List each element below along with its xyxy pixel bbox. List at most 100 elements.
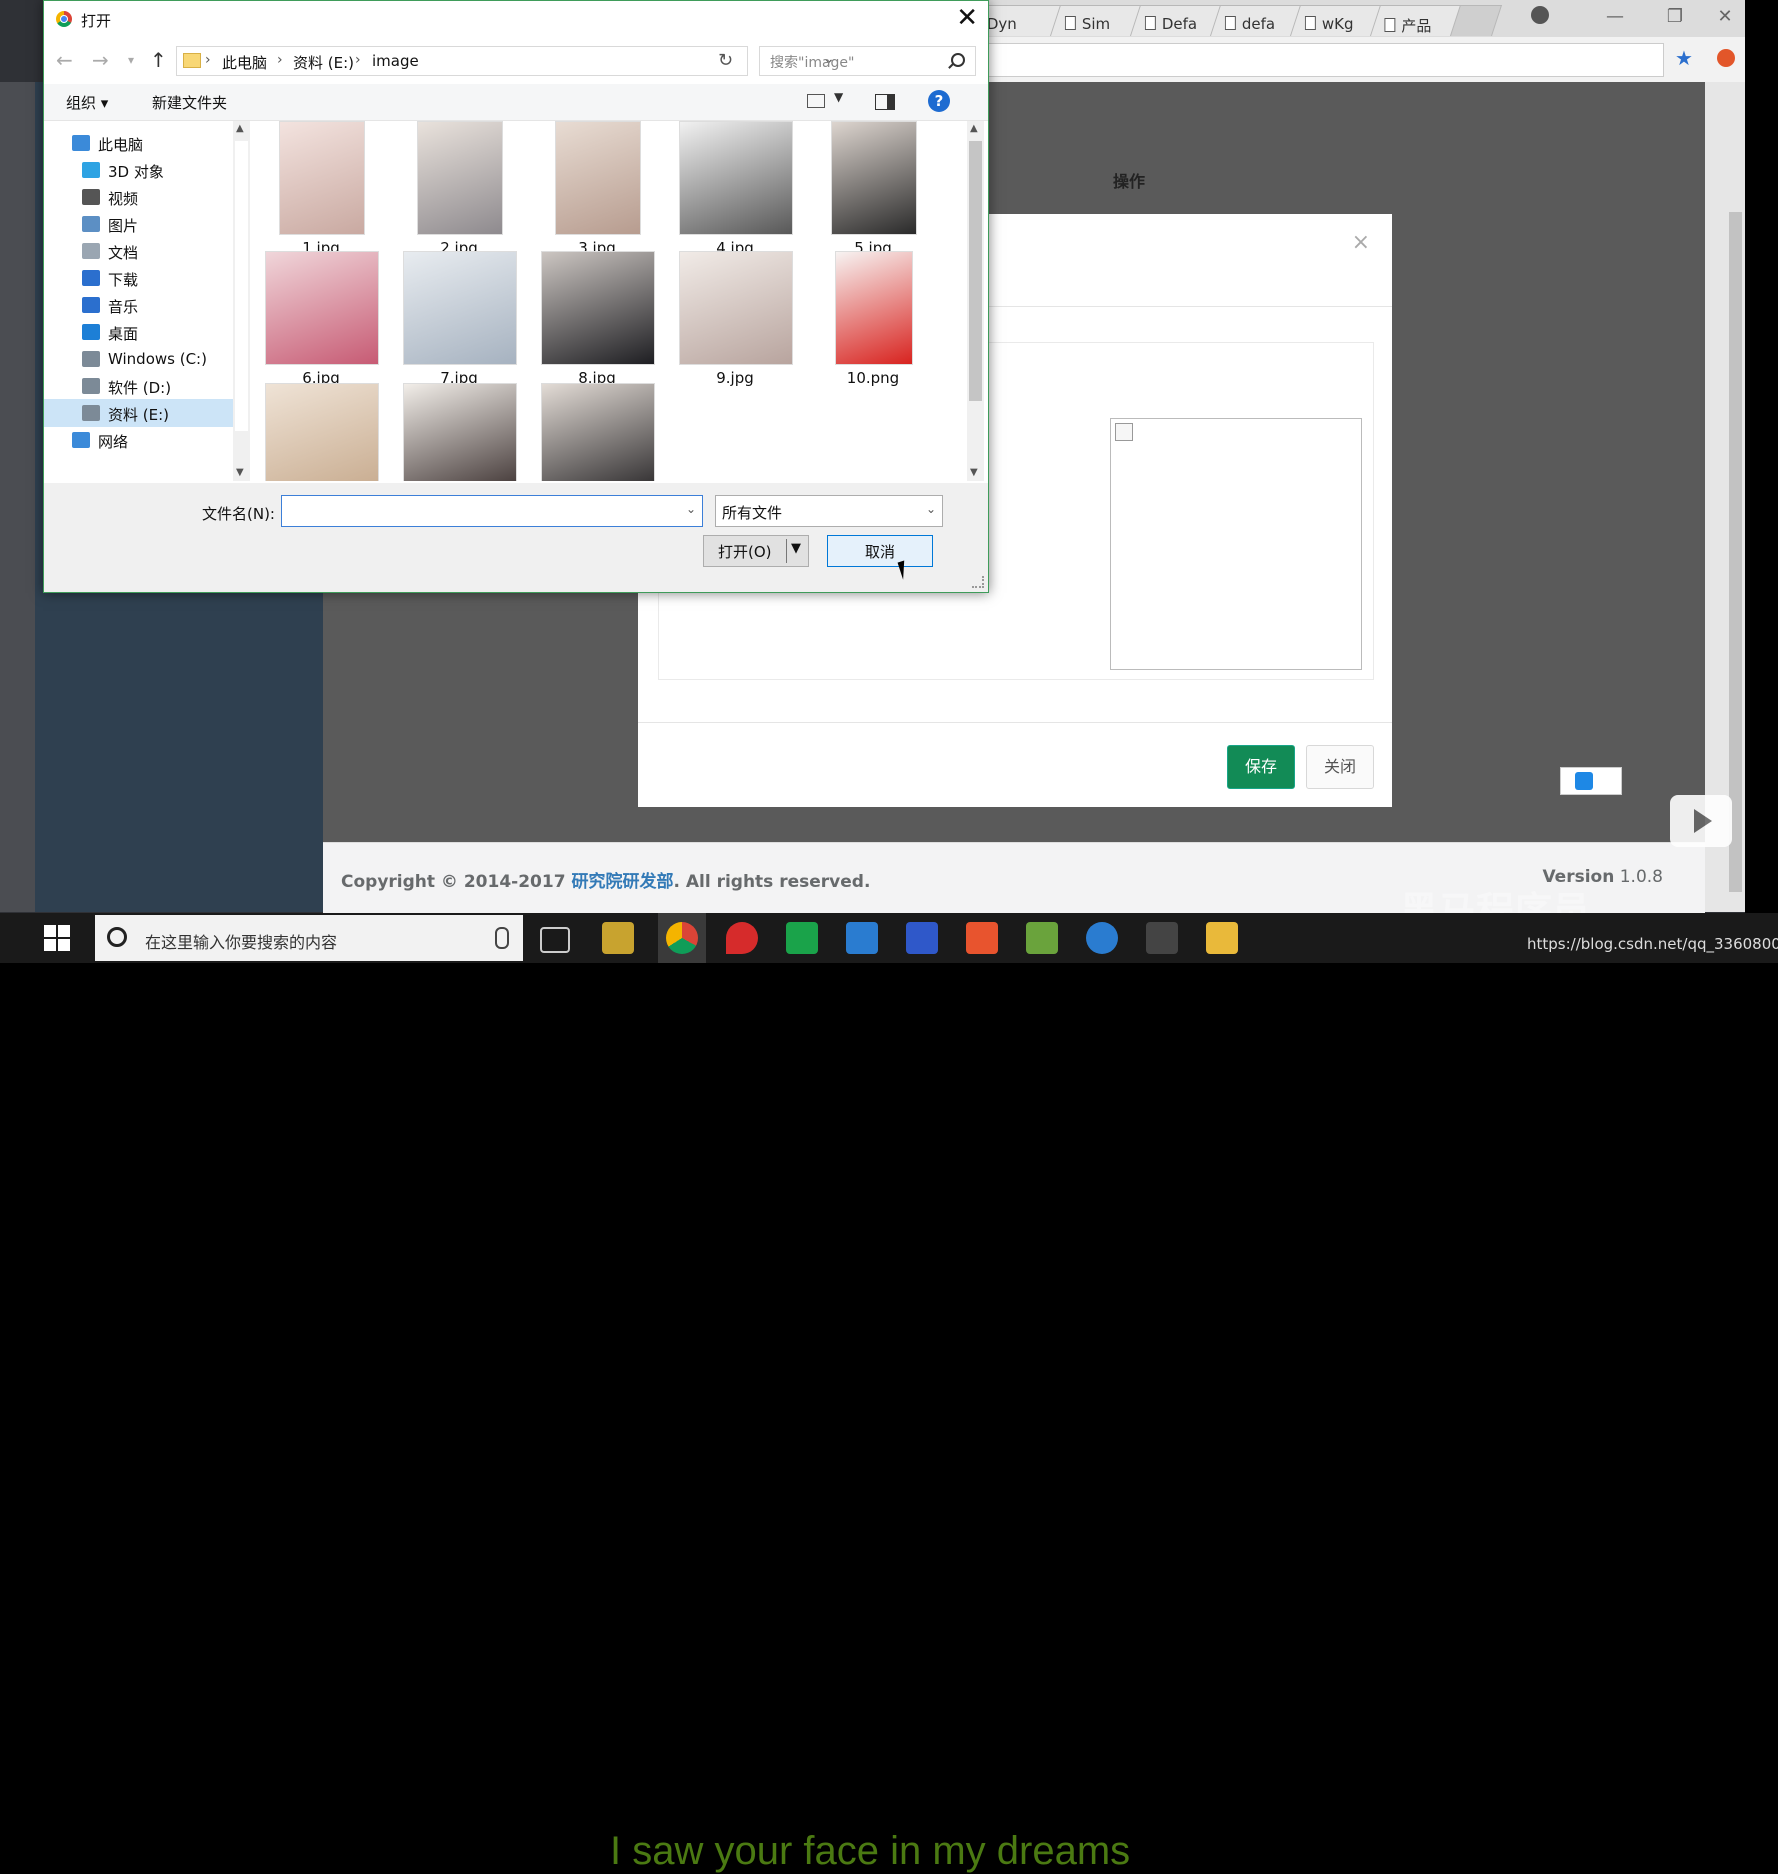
save-button[interactable]: 保存 (1227, 745, 1295, 789)
help-icon[interactable]: ? (928, 90, 950, 112)
app-icon[interactable] (1086, 922, 1118, 954)
browser-tab[interactable]: 产品 (1369, 5, 1463, 36)
new-folder-button[interactable]: 新建文件夹 (152, 92, 227, 113)
extension-icon[interactable] (1717, 49, 1735, 67)
cancel-button[interactable]: 取消 (827, 535, 933, 567)
nav-item[interactable]: 此电脑 (44, 129, 233, 157)
filename-input[interactable]: ⌄ (281, 495, 703, 527)
nav-item[interactable]: 图片 (44, 210, 233, 238)
terminal-icon[interactable] (1146, 922, 1178, 954)
windows-start-icon[interactable] (44, 925, 72, 953)
org-link[interactable]: 研究院研发部 (571, 872, 673, 892)
nav-item[interactable]: 音乐 (44, 291, 233, 319)
page-scrollbar[interactable] (1705, 82, 1745, 912)
page-icon (1064, 16, 1076, 30)
nav-item-label: 桌面 (108, 325, 139, 343)
task-view-icon[interactable] (540, 927, 570, 953)
file-tile[interactable]: 7.jpg (394, 251, 524, 391)
bookmark-star-icon[interactable]: ★ (1675, 46, 1693, 70)
file-tile[interactable]: 3.jpg (532, 121, 662, 261)
crumb-image[interactable]: image (372, 52, 419, 70)
file-tile[interactable]: 4.jpg (670, 121, 800, 261)
window-close-button[interactable]: ✕ (1705, 4, 1745, 30)
close-button[interactable]: 关闭 (1306, 745, 1374, 789)
file-tile[interactable]: 8.jpg (532, 251, 662, 391)
open-dropdown-icon[interactable]: ▼ (791, 541, 801, 556)
scrollbar-thumb[interactable] (235, 141, 248, 431)
filetype-select[interactable]: 所有文件 ⌄ (715, 495, 943, 527)
up-arrow-icon[interactable]: ↑ (150, 48, 167, 72)
file-tile[interactable]: 1.jpg (256, 121, 386, 261)
chevron-down-icon[interactable]: ▼ (236, 467, 244, 478)
open-button[interactable]: 打开(O) ▼ (703, 535, 809, 567)
navigation-scrollbar[interactable]: ▲ ▼ (233, 121, 250, 481)
file-tile[interactable]: 10.png (808, 251, 938, 391)
microphone-icon[interactable] (495, 927, 509, 949)
path-breadcrumb[interactable]: › 此电脑 › 资料 (E:) › image ⌄ (176, 46, 835, 76)
pdf-icon[interactable] (966, 922, 998, 954)
chevron-up-icon[interactable]: ▲ (970, 123, 978, 134)
app-icon[interactable] (602, 922, 634, 954)
file-tile[interactable] (532, 383, 662, 481)
floating-widget[interactable] (1560, 767, 1622, 795)
file-list-scrollbar[interactable]: ▲ ▼ (967, 121, 984, 481)
file-tile[interactable] (256, 383, 386, 481)
notepad-icon[interactable] (1026, 922, 1058, 954)
file-tile[interactable]: 5.jpg (808, 121, 938, 261)
browser-tab[interactable]: wKg (1289, 5, 1383, 36)
forward-arrow-icon[interactable]: → (92, 48, 109, 72)
preview-pane-icon[interactable] (875, 94, 895, 110)
crumb-this-pc[interactable]: 此电脑 (222, 52, 267, 73)
video-player-widget[interactable] (1670, 795, 1732, 847)
restore-button[interactable]: ❐ (1655, 4, 1695, 30)
address-bar[interactable] (983, 43, 1664, 77)
modal-close-icon[interactable]: × (1352, 230, 1370, 255)
nav-item[interactable]: 网络 (44, 426, 233, 454)
scrollbar-thumb[interactable] (969, 141, 982, 401)
resize-grip-icon[interactable] (972, 576, 984, 588)
nav-item[interactable]: 资料 (E:) (44, 399, 233, 427)
app-icon[interactable] (846, 922, 878, 954)
nav-item[interactable]: 下载 (44, 264, 233, 292)
browser-tab[interactable]: Sim (1049, 5, 1143, 36)
intellij-icon[interactable] (906, 922, 938, 954)
map-app-icon[interactable] (726, 922, 758, 954)
file-tile[interactable]: 6.jpg (256, 251, 386, 391)
wechat-icon[interactable] (786, 922, 818, 954)
dialog-close-icon[interactable]: ✕ (956, 3, 978, 33)
chrome-taskbar-icon[interactable] (666, 922, 698, 954)
back-arrow-icon[interactable]: ← (56, 48, 73, 72)
scrollbar-thumb[interactable] (1729, 212, 1742, 892)
chevron-down-icon[interactable]: ▼ (970, 467, 978, 478)
copyright-prefix: Copyright © 2014-2017 (341, 872, 572, 892)
refresh-icon[interactable]: ↻ (718, 50, 733, 71)
search-folder-input[interactable]: 搜索"image" (759, 46, 976, 76)
nav-item[interactable]: 软件 (D:) (44, 372, 233, 400)
nav-item[interactable]: 视频 (44, 183, 233, 211)
nav-item[interactable]: Windows (C:) (44, 345, 233, 373)
browser-tab-strip: Dyn Sim Defa defa wKg 产品 — ❐ ✕ (969, 0, 1745, 37)
cube-icon (82, 162, 100, 178)
browser-tab[interactable]: Defa (1129, 5, 1223, 36)
nav-item[interactable]: 桌面 (44, 318, 233, 346)
crumb-drive-e[interactable]: 资料 (E:) (293, 52, 354, 73)
minimize-button[interactable]: — (1595, 4, 1635, 30)
chevron-down-icon[interactable]: ⌄ (686, 502, 696, 516)
nav-item[interactable]: 文档 (44, 237, 233, 265)
browser-tab[interactable]: defa (1209, 5, 1303, 36)
profile-icon[interactable] (1531, 6, 1549, 24)
navigation-row: ← → ▾ ↑ › 此电脑 › 资料 (E:) › image ⌄ ↻ 搜索"i… (44, 38, 988, 84)
filetype-value: 所有文件 (722, 504, 783, 522)
chevron-up-icon[interactable]: ▲ (236, 123, 244, 134)
view-mode-icon[interactable] (807, 94, 825, 108)
file-tile[interactable]: 2.jpg (394, 121, 524, 261)
file-explorer-icon[interactable] (1206, 922, 1238, 954)
taskbar-search[interactable]: 在这里输入你要搜索的内容 (95, 915, 523, 961)
file-tile[interactable]: 9.jpg (670, 251, 800, 391)
nav-item[interactable]: 3D 对象 (44, 156, 233, 184)
file-tile[interactable] (394, 383, 524, 481)
organize-button[interactable]: 组织 ▾ (66, 92, 108, 113)
chevron-down-icon[interactable]: ▼ (834, 90, 843, 104)
new-tab-button[interactable] (1449, 5, 1503, 36)
recent-dropdown-icon[interactable]: ▾ (128, 53, 134, 67)
